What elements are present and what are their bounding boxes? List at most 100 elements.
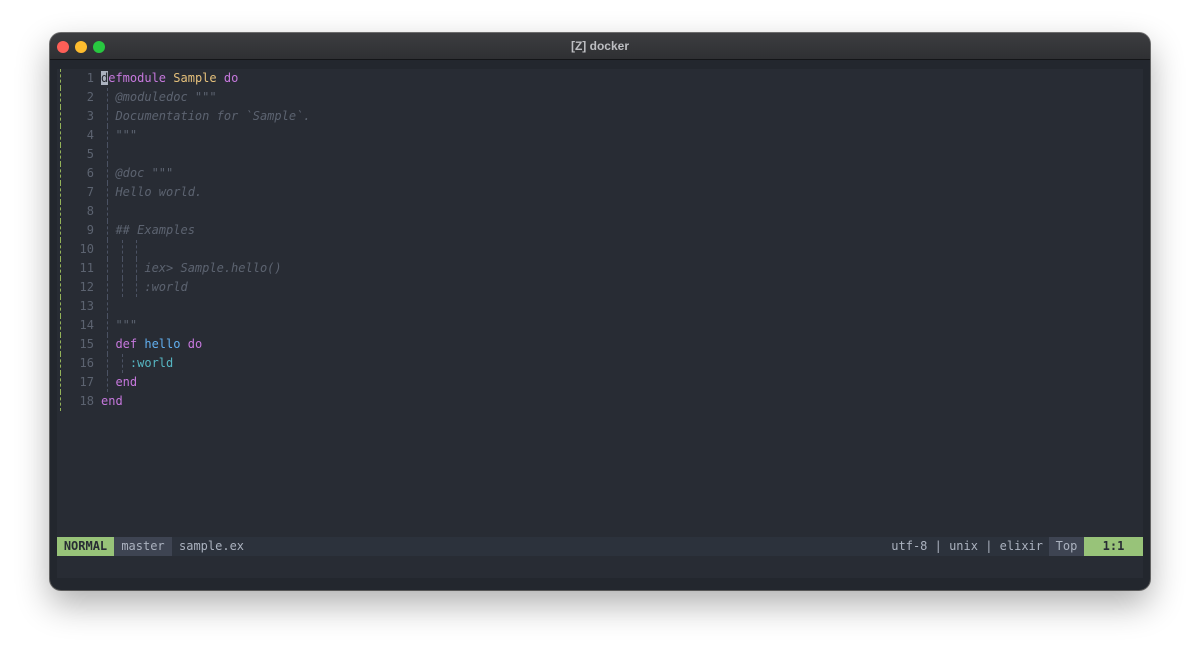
code-token: do — [187, 337, 203, 351]
code-text[interactable]: @doc """ — [101, 164, 173, 183]
indent-guide — [107, 145, 108, 164]
code-token: do — [223, 71, 239, 85]
code-token: """ — [115, 128, 138, 142]
code-line[interactable]: 1 defmodule Sample do — [57, 69, 1143, 88]
code-token: :world — [129, 356, 174, 370]
file-info: utf-8 | unix | elixir — [891, 539, 1043, 553]
line-number: 11 — [79, 261, 94, 275]
window-title: [Z] docker — [570, 39, 629, 53]
code-text[interactable]: Documentation for `Sample`. — [101, 107, 311, 126]
code-token: end — [115, 375, 138, 389]
code-token: end — [101, 394, 123, 408]
git-branch: master — [114, 537, 172, 556]
code-line[interactable]: 5 — [57, 145, 1143, 164]
indent-guide — [107, 240, 108, 259]
code-text[interactable]: def hello do — [101, 335, 202, 354]
line-number: 7 — [86, 185, 94, 199]
terminal-window: [Z] docker 1 defmodule Sample do 2 @module… — [50, 33, 1150, 590]
code-editor[interactable]: 1 defmodule Sample do 2 @moduledoc """ 3 Do… — [57, 69, 1143, 537]
code-text[interactable]: """ — [101, 126, 137, 145]
line-number: 10 — [79, 242, 94, 256]
file-name: sample.ex — [179, 539, 245, 553]
code-token: @moduledoc """ — [115, 90, 217, 104]
status-line: NORMAL master sample.ex utf-8 | unix | e… — [57, 537, 1143, 556]
code-text[interactable]: defmodule Sample do — [101, 69, 238, 88]
code-line[interactable]: 18 end — [57, 392, 1143, 411]
code-text[interactable]: :world — [101, 354, 173, 373]
code-line[interactable]: 7 Hello world. — [57, 183, 1143, 202]
code-line[interactable]: 4 """ — [57, 126, 1143, 145]
code-text[interactable]: ## Examples — [101, 221, 195, 240]
code-line[interactable]: 9 ## Examples — [57, 221, 1143, 240]
indent-guide — [107, 297, 108, 316]
terminal-pane[interactable]: 1 defmodule Sample do 2 @moduledoc """ 3 Do… — [57, 69, 1143, 578]
code-text[interactable]: """ — [101, 316, 137, 335]
code-line[interactable]: 14 """ — [57, 316, 1143, 335]
code-line[interactable]: 3 Documentation for `Sample`. — [57, 107, 1143, 126]
line-number: 2 — [86, 90, 94, 104]
code-line[interactable]: 8 — [57, 202, 1143, 221]
code-token: :world — [144, 280, 188, 294]
code-token: ## Examples — [115, 223, 195, 237]
code-token: @doc """ — [115, 166, 174, 180]
code-line[interactable]: 10 — [57, 240, 1143, 259]
code-token: Documentation for `Sample`. — [115, 109, 311, 123]
scroll-position: Top — [1049, 537, 1084, 556]
code-text[interactable]: Hello world. — [101, 183, 202, 202]
line-number: 15 — [79, 337, 94, 351]
command-line[interactable] — [57, 556, 1143, 578]
code-token: """ — [115, 318, 138, 332]
code-token: iex> Sample.hello() — [144, 261, 282, 275]
line-number: 17 — [79, 375, 94, 389]
line-number: 6 — [86, 166, 94, 180]
code-token: def — [115, 337, 145, 351]
code-line[interactable]: 11 iex> Sample.hello() — [57, 259, 1143, 278]
line-number: 14 — [79, 318, 94, 332]
code-text[interactable]: end — [101, 373, 137, 392]
code-text[interactable]: :world — [101, 278, 188, 297]
indent-guide — [136, 240, 137, 259]
line-number: 5 — [86, 147, 94, 161]
title-bar[interactable]: [Z] docker — [50, 33, 1150, 60]
code-token: efmodule — [108, 71, 174, 85]
mode-indicator: NORMAL — [57, 537, 114, 556]
line-number: 9 — [86, 223, 94, 237]
code-text[interactable]: @moduledoc """ — [101, 88, 217, 107]
line-number: 4 — [86, 128, 94, 142]
code-token: Sample — [173, 71, 217, 85]
indent-guide — [107, 202, 108, 221]
line-number: 3 — [86, 109, 94, 123]
indent-guide — [122, 240, 123, 259]
line-number: 16 — [79, 356, 94, 370]
code-line[interactable]: 16 :world — [57, 354, 1143, 373]
code-line[interactable]: 15 def hello do — [57, 335, 1143, 354]
code-token: hello — [144, 337, 181, 351]
code-line[interactable]: 12 :world — [57, 278, 1143, 297]
code-line[interactable]: 2 @moduledoc """ — [57, 88, 1143, 107]
line-number: 18 — [79, 394, 94, 408]
code-text[interactable]: iex> Sample.hello() — [101, 259, 282, 278]
code-token: Hello world. — [115, 185, 203, 199]
cursor-position: 1:1 — [1084, 537, 1143, 556]
line-number: 13 — [79, 299, 94, 313]
code-text[interactable]: end — [101, 392, 123, 411]
line-number: 1 — [86, 71, 94, 85]
code-line[interactable]: 17 end — [57, 373, 1143, 392]
line-number: 12 — [79, 280, 94, 294]
code-line[interactable]: 13 — [57, 297, 1143, 316]
code-line[interactable]: 6 @doc """ — [57, 164, 1143, 183]
